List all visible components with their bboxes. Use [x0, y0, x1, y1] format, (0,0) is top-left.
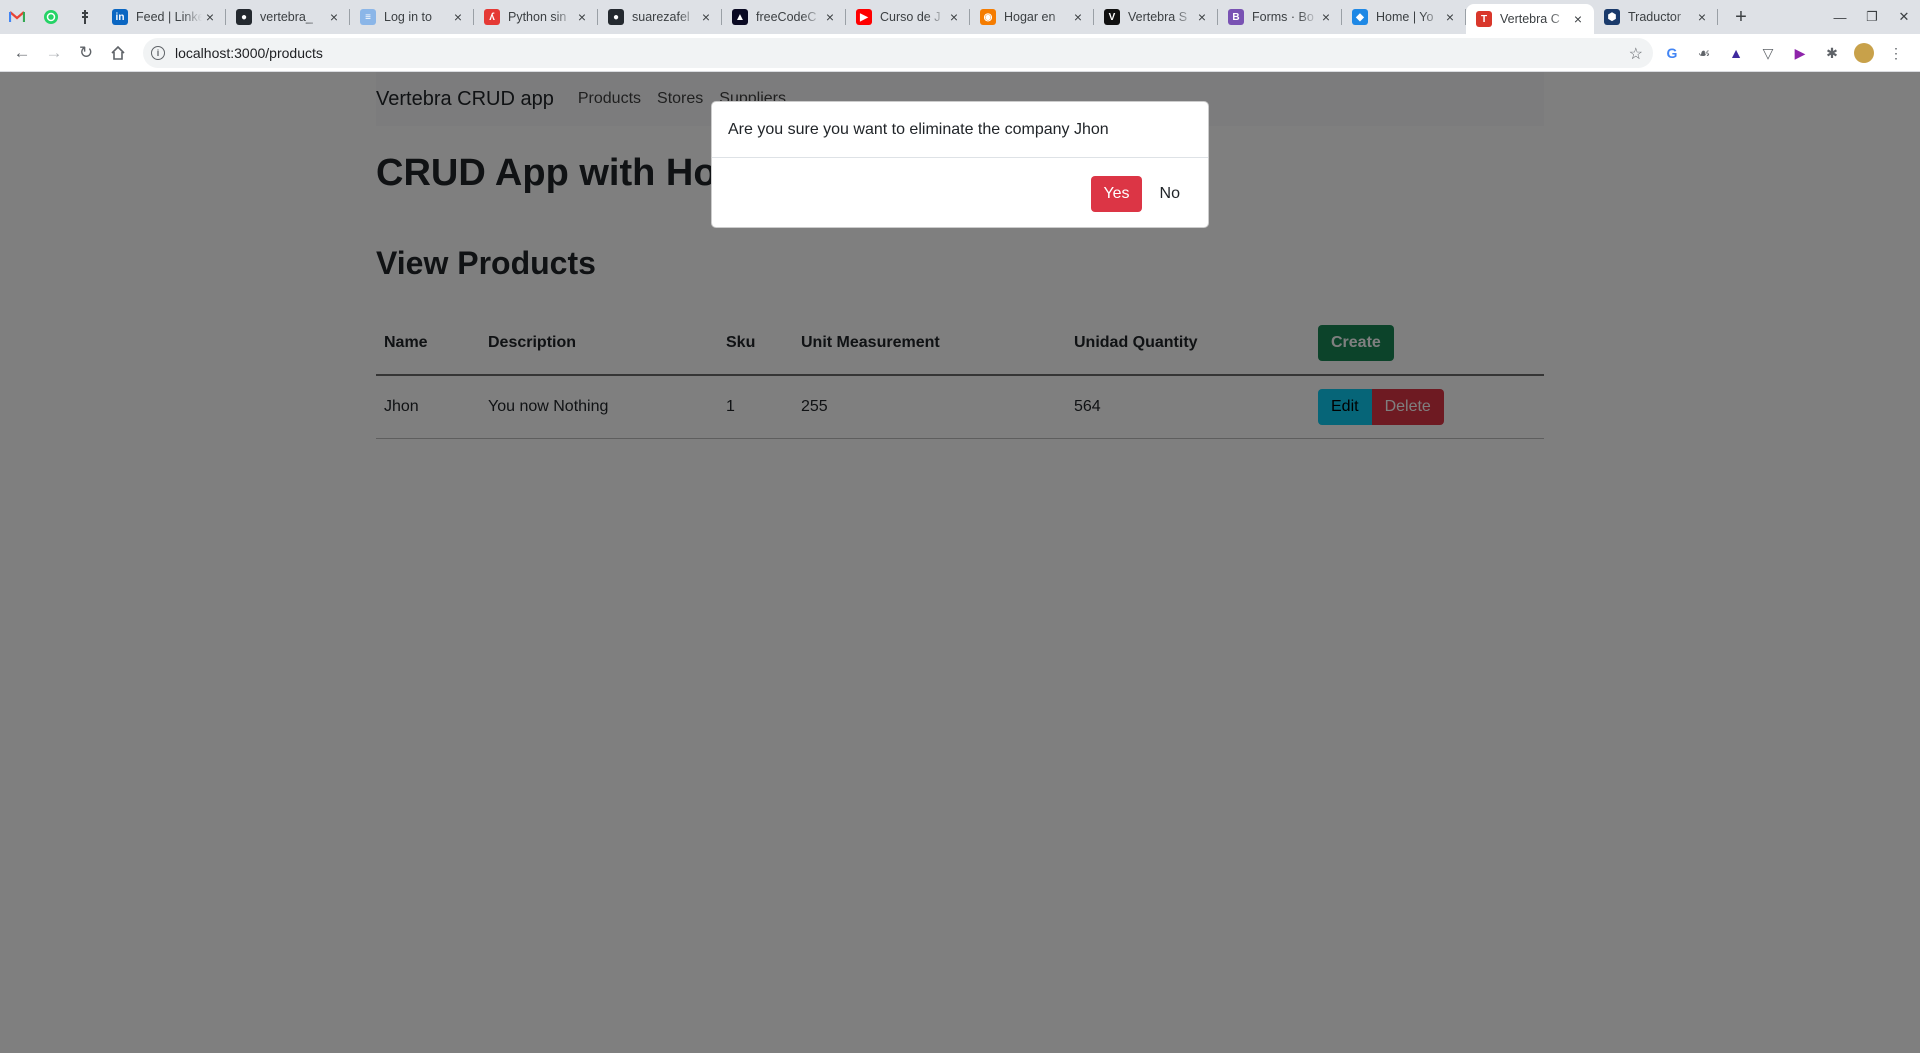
google-translate-extension[interactable]: G: [1656, 37, 1688, 69]
confirm-no-button[interactable]: No: [1148, 176, 1192, 212]
close-tab-icon[interactable]: ×: [946, 9, 962, 25]
pinned-tab-gmail[interactable]: [0, 0, 34, 34]
close-tab-icon[interactable]: ×: [450, 9, 466, 25]
browser-tab[interactable]: ⬢ Traductor ×: [1594, 0, 1718, 34]
puzzle-icon: ✱: [1826, 44, 1838, 61]
bitwarden-icon: [82, 10, 88, 24]
gmail-icon: [9, 11, 25, 22]
browser-tab[interactable]: B Forms · Bo ×: [1218, 0, 1342, 34]
extension-3[interactable]: ▲: [1720, 37, 1752, 69]
close-tab-icon[interactable]: ×: [1570, 11, 1586, 27]
site-info-icon[interactable]: i: [151, 46, 165, 60]
tab-title: Feed | LinkedIn: [136, 10, 202, 24]
browser-tab[interactable]: ◉ Hogar en ×: [970, 0, 1094, 34]
reload-icon: ↻: [78, 42, 94, 62]
forward-button[interactable]: →: [38, 37, 70, 69]
tab-title: freeCodeC: [756, 10, 817, 24]
close-tab-icon[interactable]: ×: [1194, 9, 1210, 25]
play-icon: ▶: [1794, 44, 1806, 61]
linkedin-icon: in: [112, 9, 128, 25]
kebab-menu-icon: ⋮: [1889, 44, 1903, 61]
browser-toolbar: ← → ↻ i localhost:3000/products ☆ G ☙ ▲ …: [0, 34, 1920, 72]
browser-tab[interactable]: V Vertebra S ×: [1094, 0, 1218, 34]
browser-tab[interactable]: ʎ Python sin ×: [474, 0, 598, 34]
address-bar[interactable]: i localhost:3000/products ☆: [143, 38, 1653, 68]
bug-icon: ☙: [1697, 44, 1711, 61]
bookmark-star-icon[interactable]: ☆: [1629, 44, 1643, 64]
tab-title: Vertebra S: [1128, 10, 1188, 24]
youtube-icon: ▶: [856, 9, 872, 25]
back-button[interactable]: ←: [6, 37, 38, 69]
react-app-icon: T: [1476, 11, 1492, 27]
confirm-yes-button[interactable]: Yes: [1091, 176, 1142, 212]
browser-tab[interactable]: ● suarezafel ×: [598, 0, 722, 34]
browser-tab[interactable]: ≡ Log in to ×: [350, 0, 474, 34]
pinned-tab-bitwarden[interactable]: [68, 0, 102, 34]
extension-2[interactable]: ☙: [1688, 37, 1720, 69]
home-icon: [111, 45, 125, 60]
tab-title: Log in to: [384, 10, 432, 24]
browser-tab[interactable]: ● vertebra_ ×: [226, 0, 350, 34]
close-tab-icon[interactable]: ×: [1442, 9, 1458, 25]
modal-message: Are you sure you want to eliminate the c…: [712, 102, 1208, 158]
close-tab-icon[interactable]: ×: [822, 9, 838, 25]
pocket-icon: ▽: [1762, 44, 1774, 61]
close-window-button[interactable]: ✕: [1888, 0, 1920, 34]
browser-tab[interactable]: ◆ Home | Yo ×: [1342, 0, 1466, 34]
browser-tab[interactable]: ▶ Curso de J ×: [846, 0, 970, 34]
close-tab-icon[interactable]: ×: [1694, 9, 1710, 25]
whatsapp-icon: [44, 10, 58, 24]
pinned-tab-whatsapp[interactable]: [34, 0, 68, 34]
vertebra-icon: V: [1104, 9, 1120, 25]
tab-title: vertebra_: [260, 10, 313, 24]
browser-tab[interactable]: T Vertebra C ×: [1466, 4, 1594, 34]
restore-button[interactable]: ❐: [1856, 0, 1888, 34]
extension-5[interactable]: ▶: [1784, 37, 1816, 69]
tab-title: Vertebra C: [1500, 12, 1560, 26]
window-controls: — ❐ ✕: [1824, 0, 1920, 34]
tab-title: suarezafel: [632, 10, 690, 24]
new-tab-button[interactable]: +: [1724, 0, 1758, 34]
extensions-area: G ☙ ▲ ▽ ▶ ✱ ⋮: [1656, 37, 1912, 69]
home-store-icon: ◉: [980, 9, 996, 25]
pocket-extension[interactable]: ▽: [1752, 37, 1784, 69]
modal-footer: Yes No: [1091, 176, 1192, 212]
close-tab-icon[interactable]: ×: [574, 9, 590, 25]
trello-icon: ≡: [360, 9, 376, 25]
github-icon: ●: [608, 9, 624, 25]
python-site-icon: ʎ: [484, 9, 500, 25]
arrow-left-icon: ←: [13, 42, 31, 62]
translator-icon: ⬢: [1604, 9, 1620, 25]
home-site-icon: ◆: [1352, 9, 1368, 25]
arrow-right-icon: →: [45, 42, 63, 62]
bootstrap-icon: B: [1228, 9, 1244, 25]
confirm-delete-modal: Are you sure you want to eliminate the c…: [711, 101, 1209, 228]
hat-icon: ▲: [1729, 45, 1743, 61]
close-tab-icon[interactable]: ×: [326, 9, 342, 25]
freecodecamp-icon: ▲: [732, 9, 748, 25]
url-text[interactable]: localhost:3000/products: [175, 45, 323, 61]
tab-title: Forms · Bo: [1252, 10, 1314, 24]
browser-tab[interactable]: in Feed | LinkedIn×: [102, 0, 226, 34]
translate-icon: G: [1666, 45, 1678, 61]
tab-title: Home | Yo: [1376, 10, 1434, 24]
extensions-menu-button[interactable]: ✱: [1816, 37, 1848, 69]
avatar: [1854, 43, 1874, 63]
close-tab-icon[interactable]: ×: [698, 9, 714, 25]
tab-title: Hogar en: [1004, 10, 1056, 24]
tab-title: Curso de J: [880, 10, 941, 24]
tab-strip: inFeed | LinkedIn×●vertebra_×≡Log in to×…: [0, 0, 1920, 34]
github-icon: ●: [236, 9, 252, 25]
tab-title: Traductor: [1628, 10, 1682, 24]
browser-tab[interactable]: ▲ freeCodeC ×: [722, 0, 846, 34]
reload-button[interactable]: ↻: [70, 37, 102, 69]
minimize-button[interactable]: —: [1824, 0, 1856, 34]
close-tab-icon[interactable]: ×: [202, 9, 218, 25]
close-tab-icon[interactable]: ×: [1070, 9, 1086, 25]
tab-title: Python sin: [508, 10, 567, 24]
browser-menu-button[interactable]: ⋮: [1880, 37, 1912, 69]
close-tab-icon[interactable]: ×: [1318, 9, 1334, 25]
profile-button[interactable]: [1848, 37, 1880, 69]
home-button[interactable]: [102, 37, 134, 69]
